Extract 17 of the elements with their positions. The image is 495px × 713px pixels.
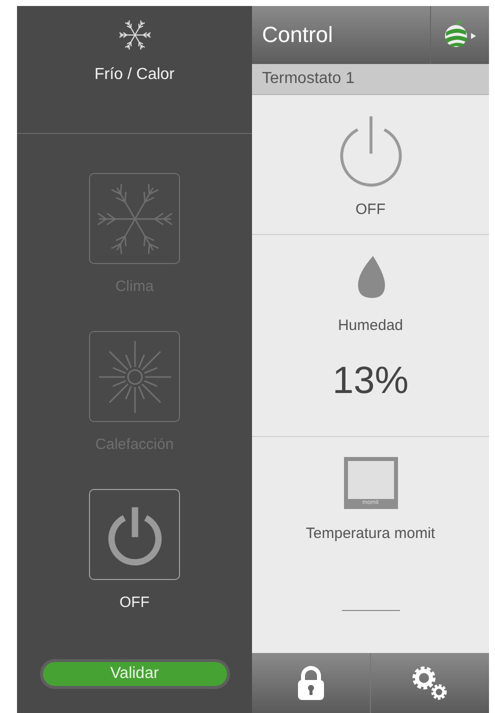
settings-icon [411,665,449,701]
humidity-label: Humedad [338,317,404,334]
humidity-value: 13% [332,360,409,403]
thermostat-name: Termostato 1 [261,70,354,88]
sun-icon [96,338,172,414]
validate-button[interactable]: Validar [40,659,230,689]
empty-value-line [342,610,400,611]
temperature-label: Temperatura momit [306,525,436,542]
padlock-icon [296,666,326,700]
mode-option-tile[interactable] [89,489,180,580]
power-state-label: OFF [356,201,386,218]
mode-label: Frío / Calor [94,66,174,84]
mode-option-label: OFF [120,594,150,611]
screen-title: Control [261,22,334,48]
mode-option-tile[interactable] [89,173,180,264]
striped-sphere-logo [443,20,477,50]
mode-option-tile[interactable] [89,331,180,422]
